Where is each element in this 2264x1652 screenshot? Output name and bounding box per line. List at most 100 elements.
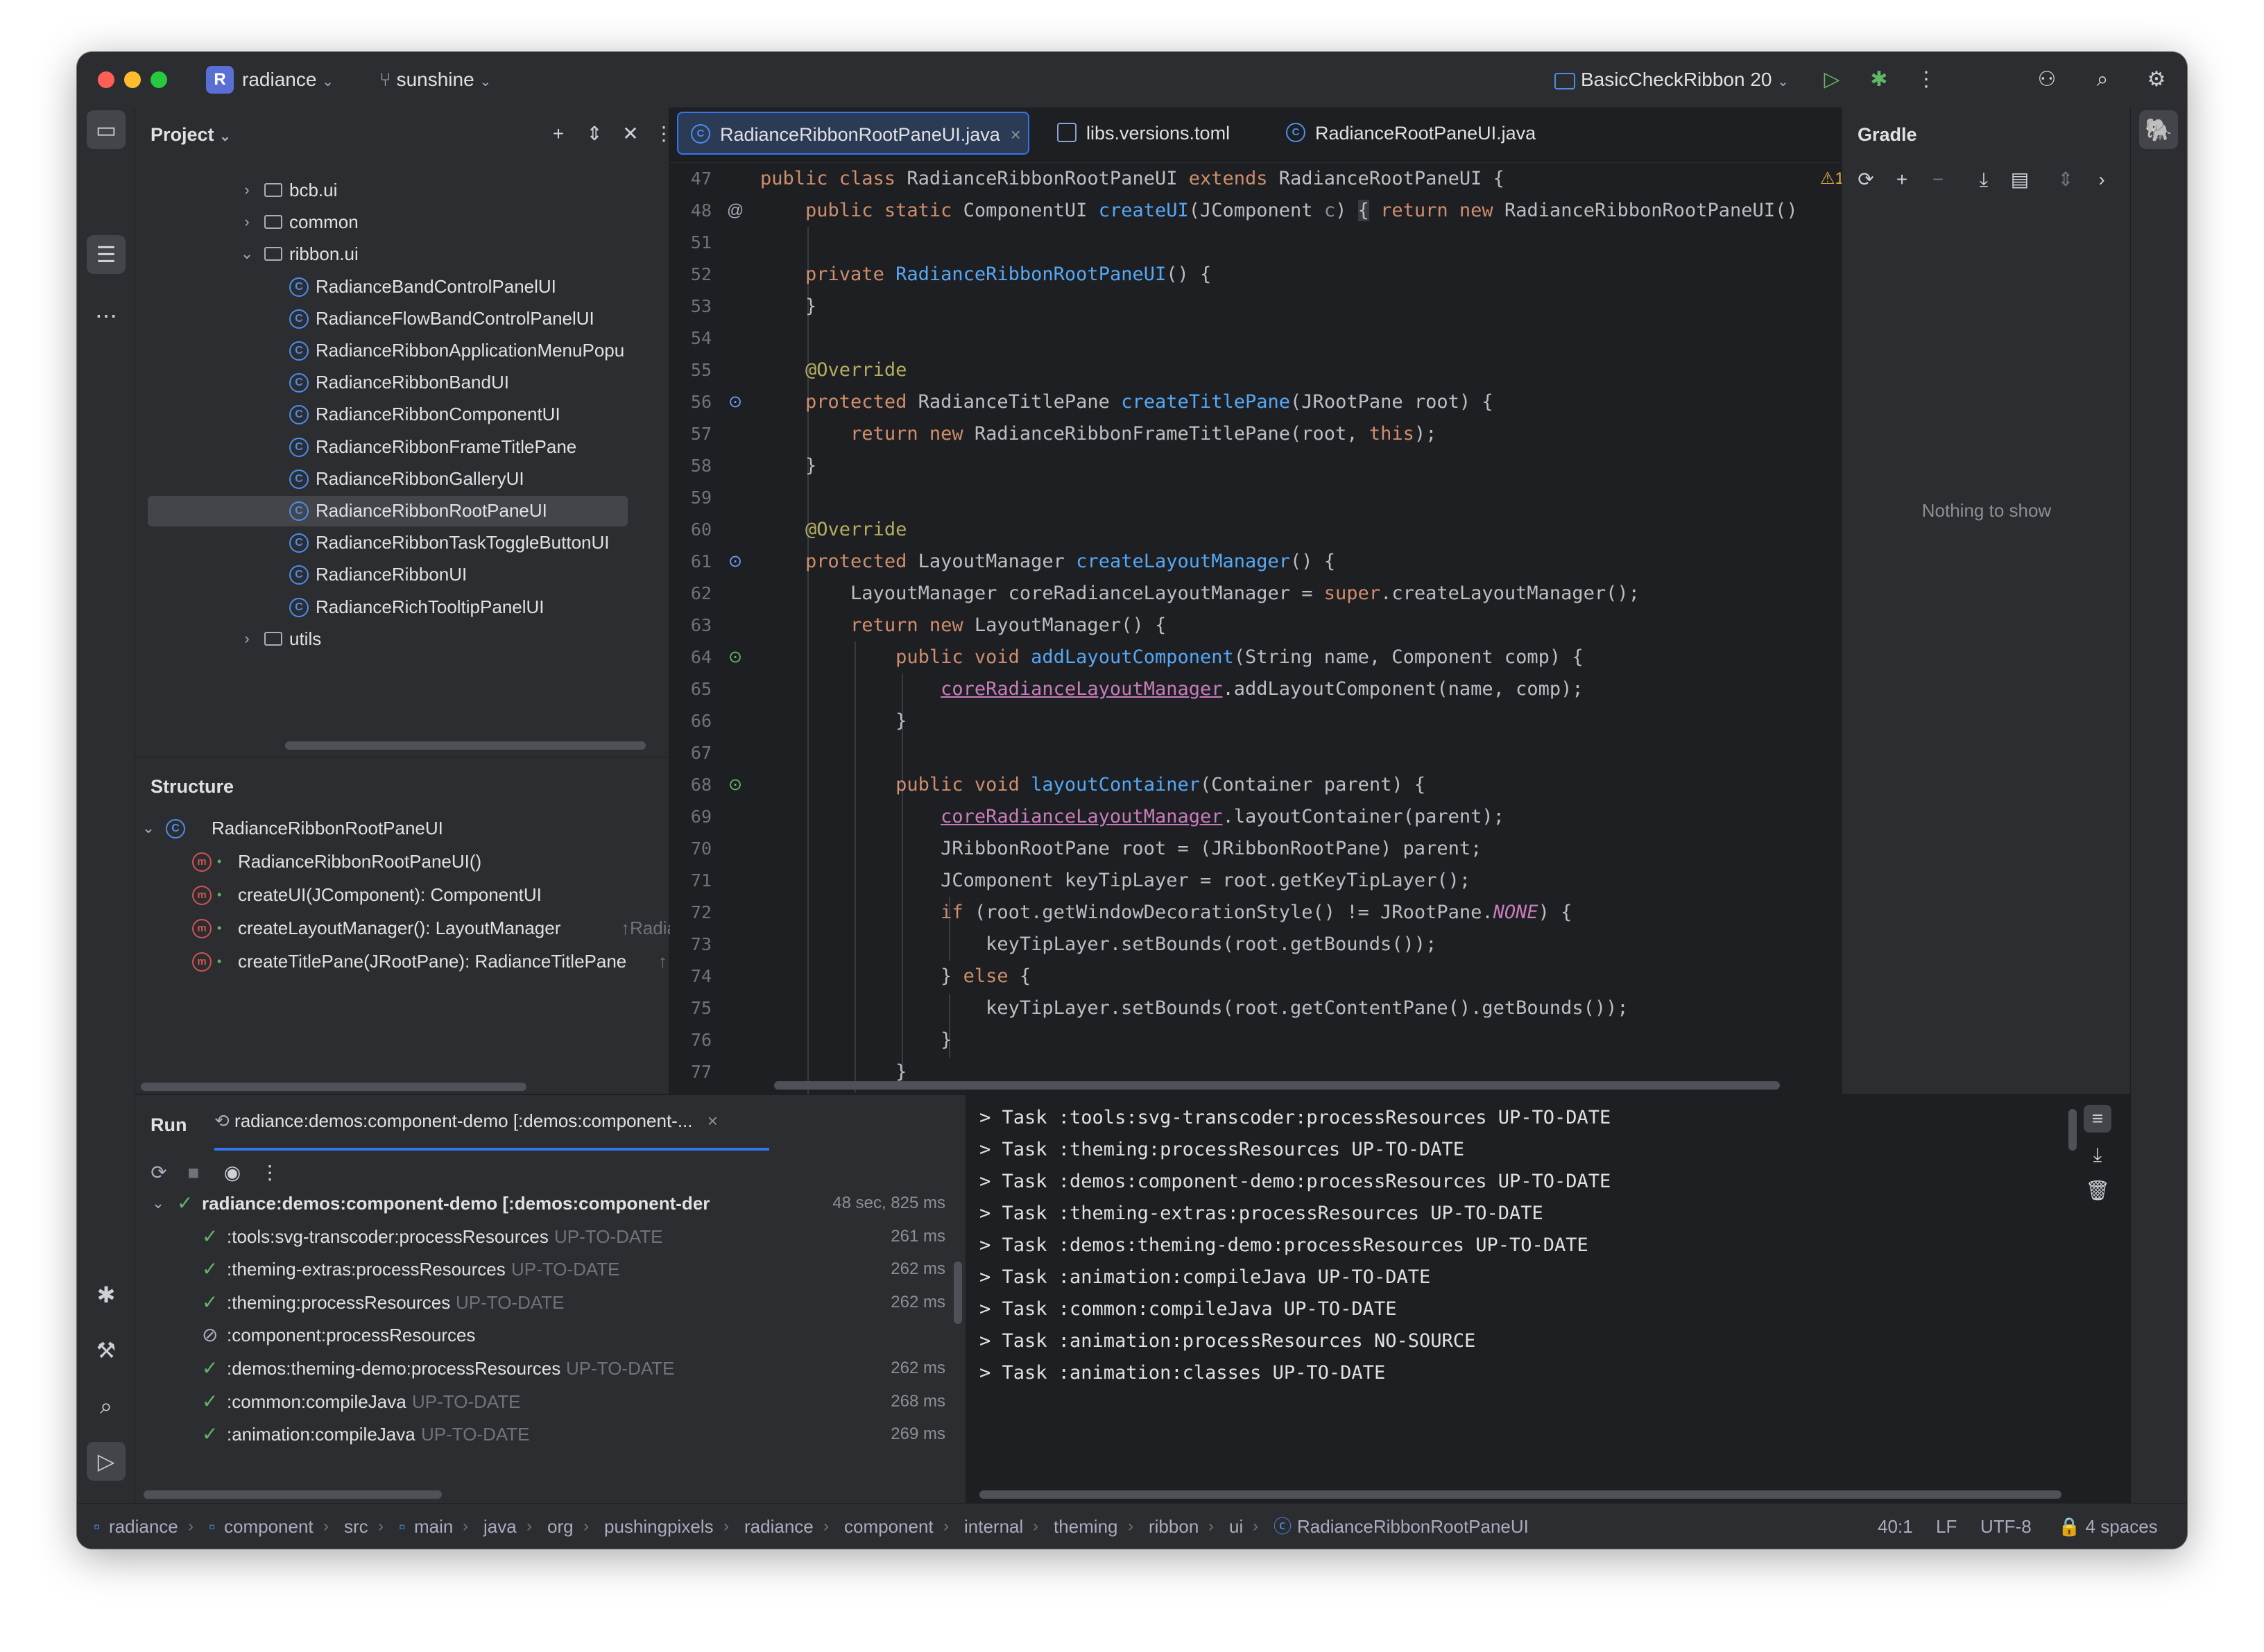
run-task-row[interactable]: ✓:demos:theming-demo:processResources UP-… xyxy=(135,1352,954,1385)
chevron-right-icon[interactable]: › xyxy=(237,623,257,655)
line-ending[interactable]: LF xyxy=(1936,1504,1957,1549)
run-icon[interactable]: ▷ xyxy=(1817,64,1847,95)
close-tab-icon[interactable]: × xyxy=(708,1110,718,1131)
tab-libs-versions-toml[interactable]: libs.versions.toml xyxy=(1045,112,1258,155)
gradle-elephant-icon[interactable]: 🐘 xyxy=(2139,110,2178,149)
project-panel-title[interactable]: Project ⌄ xyxy=(151,124,231,146)
tree-class-item[interactable]: C RadianceRibbonTaskToggleButtonUI xyxy=(135,526,669,558)
breadcrumb-item[interactable]: org xyxy=(547,1504,574,1549)
indent-setting[interactable]: 🔒 4 spaces xyxy=(2058,1504,2158,1549)
tree-class-item[interactable]: C RadianceRibbonRootPaneUI xyxy=(135,494,669,526)
build-hammer-icon[interactable]: ⚒ xyxy=(87,1331,126,1370)
tree-class-item[interactable]: C RadianceRibbonApplicationMenuPopu xyxy=(135,334,669,366)
breadcrumb-item[interactable]: RadianceRibbonRootPaneUI xyxy=(1297,1504,1529,1549)
debug-tool-icon[interactable]: ✱ xyxy=(87,1275,126,1314)
branch-selector[interactable]: ⑂ sunshine ⌄ xyxy=(379,67,491,94)
breadcrumb-item[interactable]: java xyxy=(483,1504,517,1549)
chevron-down-icon[interactable]: ⌄ xyxy=(148,1187,169,1220)
chevron-right-icon[interactable]: › xyxy=(237,174,257,206)
run-config-selector[interactable]: BasicCheckRibbon 20 ⌄ xyxy=(1554,67,1789,94)
breadcrumb-item[interactable]: radiance xyxy=(744,1504,814,1549)
add-file-icon[interactable]: + xyxy=(544,120,572,148)
chevron-down-icon[interactable]: ⌄ xyxy=(237,238,257,270)
project-badge[interactable]: R xyxy=(206,66,234,94)
expand-collapse-icon[interactable]: ⇕ xyxy=(2052,166,2079,193)
debug-icon[interactable]: ✱ xyxy=(1864,64,1894,95)
zoom-window-button[interactable] xyxy=(151,71,167,88)
find-icon[interactable]: ⌕ xyxy=(87,1386,126,1425)
settings-gear-icon[interactable]: ⚙ xyxy=(2141,64,2172,95)
console-vscrollbar[interactable] xyxy=(2068,1109,2077,1151)
tree-folder[interactable]: › utils xyxy=(135,623,669,655)
run-tab[interactable]: ⟲ radiance:demos:component-demo [:demos:… xyxy=(214,1110,718,1132)
structure-root[interactable]: ⌄ C RadianceRibbonRootPaneUI xyxy=(135,812,669,844)
add-user-icon[interactable]: ⚇ xyxy=(2032,64,2062,95)
implement-marker-icon[interactable]: ⊙ xyxy=(724,769,746,801)
breadcrumb-item[interactable]: src xyxy=(344,1504,368,1549)
tree-class-item[interactable]: C RadianceRibbonBandUI xyxy=(135,366,669,398)
toggle-view-icon[interactable]: ▤ xyxy=(2006,166,2034,193)
download-icon[interactable]: ⤓ xyxy=(1970,166,1998,193)
more-tools-icon[interactable]: ⋯ xyxy=(87,296,126,335)
chevron-down-icon[interactable]: ⌄ xyxy=(138,812,159,844)
tree-class-item[interactable]: C RadianceRibbonFrameTitlePane xyxy=(135,431,669,463)
search-icon[interactable]: ⌕ xyxy=(2087,64,2118,95)
close-tab-icon[interactable]: × xyxy=(1011,113,1021,156)
run-task-row[interactable]: ⌄ ✓ radiance:demos:component-demo [:demos:… xyxy=(135,1187,954,1220)
chevron-right-icon[interactable]: › xyxy=(2088,166,2116,193)
breadcrumb-item[interactable]: main xyxy=(414,1504,453,1549)
structure-icon[interactable]: ☰ xyxy=(87,235,126,274)
add-icon[interactable]: + xyxy=(1888,166,1916,193)
run-task-row[interactable]: ✓:animation:compileJava UP-TO-DATE 269 ms xyxy=(135,1418,954,1451)
breadcrumb-item[interactable]: pushingpixels xyxy=(604,1504,714,1549)
structure-member[interactable]: m • createUI(JComponent): ComponentUI xyxy=(135,879,669,911)
stop-icon[interactable]: ■ xyxy=(180,1159,207,1187)
chevron-right-icon[interactable]: › xyxy=(237,206,257,238)
tree-class-item[interactable]: C RadianceRibbonGalleryUI xyxy=(135,463,669,494)
override-marker-icon[interactable]: ⊙ xyxy=(724,386,746,418)
run-task-row[interactable]: ✓:common:compileJava UP-TO-DATE 268 ms xyxy=(135,1385,954,1418)
tree-folder[interactable]: › bcb.ui xyxy=(135,174,669,206)
view-options-eye-icon[interactable]: ◉ xyxy=(218,1159,246,1187)
breadcrumb-item[interactable]: ribbon xyxy=(1149,1504,1199,1549)
run-task-row[interactable]: ✓:theming:processResources UP-TO-DATE 262 … xyxy=(135,1286,954,1319)
override-marker-icon[interactable]: ⊙ xyxy=(724,546,746,578)
breadcrumb-item[interactable]: component xyxy=(844,1504,934,1549)
structure-member[interactable]: m • createLayoutManager(): LayoutManager ↑R… xyxy=(135,912,696,944)
run-task-row[interactable]: ✓:theming-extras:processResources UP-TO-D… xyxy=(135,1253,954,1286)
run-tool-icon[interactable]: ▷ xyxy=(87,1442,126,1481)
tree-class-item[interactable]: C RadianceFlowBandControlPanelUI xyxy=(135,302,669,334)
structure-member[interactable]: m • RadianceRibbonRootPaneUI() xyxy=(135,845,669,877)
run-task-row[interactable]: ⊘:component:processResources xyxy=(135,1318,954,1352)
tree-class-item[interactable]: C RadianceRibbonUI xyxy=(135,558,669,590)
clear-trash-icon[interactable]: 🗑 xyxy=(2084,1177,2111,1205)
console-hscrollbar[interactable] xyxy=(979,1490,2061,1499)
tab-radiance-root-pane-ui[interactable]: C RadianceRootPaneUI.java xyxy=(1274,112,1563,155)
scroll-to-end-icon[interactable]: ⤓ xyxy=(2084,1141,2111,1169)
caret-position[interactable]: 40:1 xyxy=(1878,1504,1913,1549)
tree-folder[interactable]: ⌄ ribbon.ui xyxy=(135,238,669,270)
rerun-icon[interactable]: ⟳ xyxy=(145,1159,173,1187)
breadcrumb-item[interactable]: radiance xyxy=(109,1504,178,1549)
editor-hscrollbar[interactable] xyxy=(774,1081,1780,1090)
remove-icon[interactable]: − xyxy=(1924,166,1952,193)
breadcrumb-item[interactable]: internal xyxy=(964,1504,1023,1549)
tree-class-item[interactable]: C RadianceRichTooltipPanelUI xyxy=(135,591,669,623)
breadcrumb-item[interactable]: ui xyxy=(1229,1504,1243,1549)
soft-wrap-icon[interactable]: ≡ xyxy=(2084,1105,2111,1133)
run-tree-scrollbar[interactable] xyxy=(954,1262,962,1324)
expand-all-icon[interactable]: ⇕ xyxy=(581,120,608,148)
annotation-marker-icon[interactable]: @ xyxy=(724,195,746,227)
structure-member[interactable]: m • createTitlePane(JRootPane): RadianceTi… xyxy=(135,945,669,977)
tree-class-item[interactable]: C RadianceRibbonComponentUI xyxy=(135,398,669,430)
file-encoding[interactable]: UTF-8 xyxy=(1980,1504,2032,1549)
structure-hscrollbar[interactable] xyxy=(141,1083,526,1091)
run-tree-hscrollbar[interactable] xyxy=(144,1490,442,1499)
more-options-icon[interactable]: ⋮ xyxy=(256,1159,284,1187)
code-area[interactable]: public class RadianceRibbonRootPaneUI ex… xyxy=(760,163,1898,1094)
minimize-window-button[interactable] xyxy=(124,71,141,88)
tree-class-item[interactable]: C RadianceBandControlPanelUI xyxy=(135,270,669,302)
console-output[interactable]: > Task :tools:svg-transcoder:processReso… xyxy=(965,1095,2130,1504)
project-folder-icon[interactable]: ▭ xyxy=(87,110,126,149)
run-task-row[interactable]: ✓:tools:svg-transcoder:processResources U… xyxy=(135,1220,954,1253)
